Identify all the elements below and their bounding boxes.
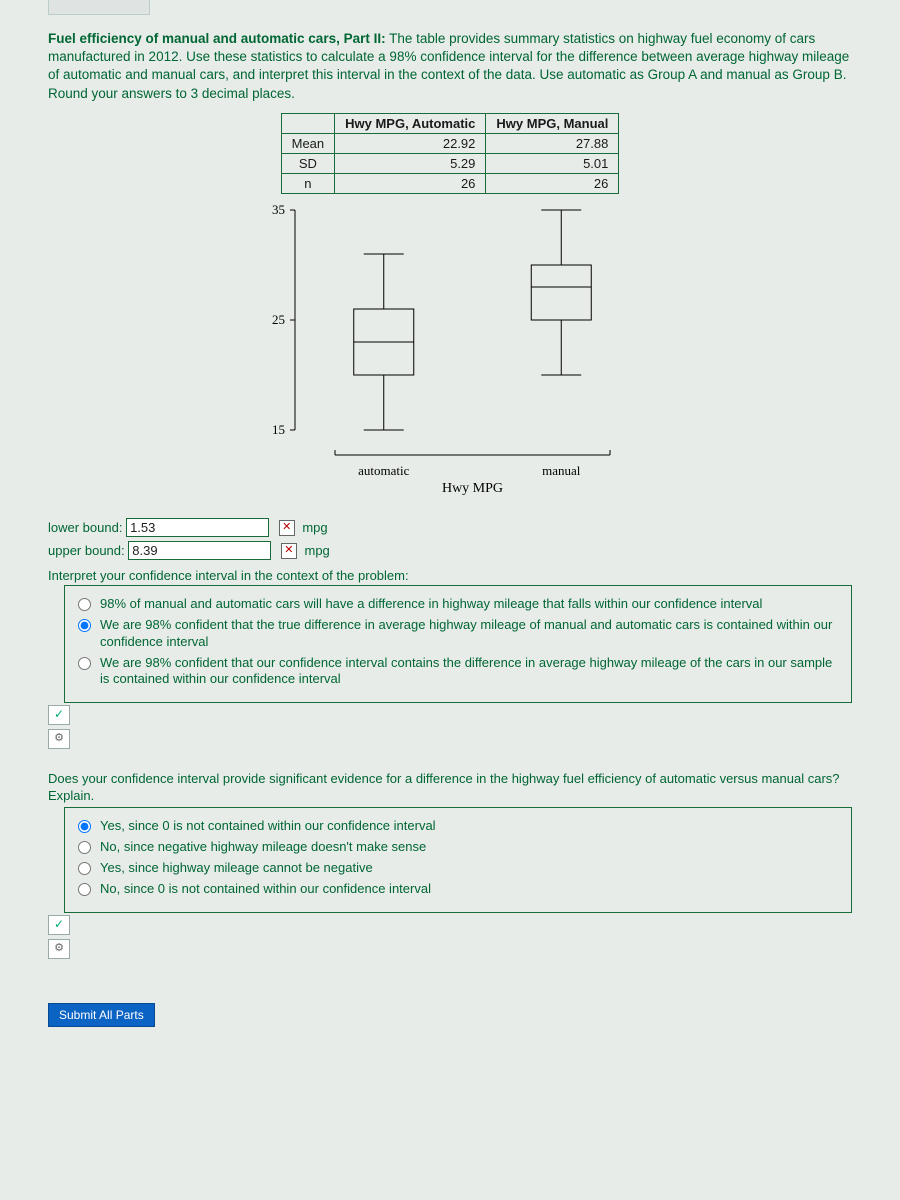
radio-input[interactable] [78,820,91,833]
row-label: n [281,173,335,193]
cell: 5.29 [335,153,486,173]
radio-option[interactable]: We are 98% confident that the true diffe… [73,617,843,651]
question-prompt: Fuel efficiency of manual and automatic … [48,30,852,103]
cell: 22.92 [335,133,486,153]
interpret-options: 98% of manual and automatic cars will ha… [64,585,852,703]
svg-text:25: 25 [272,312,285,327]
cell: 5.01 [486,153,619,173]
col-header-automatic: Hwy MPG, Automatic [335,113,486,133]
svg-text:manual: manual [542,463,581,478]
row-label: Mean [281,133,335,153]
lower-bound-label: lower bound: [48,520,122,535]
radio-label: 98% of manual and automatic cars will ha… [100,596,762,613]
radio-label: Yes, since highway mileage cannot be neg… [100,860,373,877]
radio-input[interactable] [78,619,91,632]
boxplot-chart: 15 25 35 automatic manual Hwy MPG [240,200,660,500]
feedback-correct-icon[interactable]: ✓ [48,915,70,935]
radio-label: No, since 0 is not contained within our … [100,881,431,898]
significance-options: Yes, since 0 is not contained within our… [64,807,852,913]
significance-heading: Does your confidence interval provide si… [48,771,852,805]
prompt-title: Fuel efficiency of manual and automatic … [48,31,386,46]
upper-bound-row: upper bound: ✕ mpg [48,541,852,560]
submit-all-parts-button[interactable]: Submit All Parts [48,1003,155,1027]
radio-label: Yes, since 0 is not contained within our… [100,818,436,835]
unit-label: mpg [305,543,330,558]
radio-input[interactable] [78,841,91,854]
radio-option[interactable]: No, since negative highway mileage doesn… [73,839,843,856]
row-label: SD [281,153,335,173]
radio-input[interactable] [78,657,91,670]
svg-text:35: 35 [272,202,285,217]
lower-bound-row: lower bound: ✕ mpg [48,518,852,537]
upper-bound-label: upper bound: [48,543,125,558]
lower-bound-input[interactable] [126,518,269,537]
radio-label: No, since negative highway mileage doesn… [100,839,426,856]
table-row-mean: Mean 22.92 27.88 [281,133,619,153]
table-corner [281,113,335,133]
cell: 27.88 [486,133,619,153]
feedback-settings-icon[interactable]: ⚙ [48,939,70,959]
radio-option[interactable]: We are 98% confident that our confidence… [73,655,843,689]
interpret-heading: Interpret your confidence interval in th… [48,568,852,583]
feedback-correct-icon[interactable]: ✓ [48,705,70,725]
radio-input[interactable] [78,598,91,611]
cell: 26 [486,173,619,193]
radio-option[interactable]: No, since 0 is not contained within our … [73,881,843,898]
radio-option[interactable]: Yes, since 0 is not contained within our… [73,818,843,835]
upper-bound-input[interactable] [128,541,271,560]
table-row-n: n 26 26 [281,173,619,193]
feedback-settings-icon[interactable]: ⚙ [48,729,70,749]
unit-label: mpg [302,520,327,535]
table-row-sd: SD 5.29 5.01 [281,153,619,173]
wrong-icon: ✕ [281,543,297,559]
svg-text:automatic: automatic [358,463,409,478]
summary-stats-table: Hwy MPG, Automatic Hwy MPG, Manual Mean … [281,113,620,194]
radio-option[interactable]: Yes, since highway mileage cannot be neg… [73,860,843,877]
radio-option[interactable]: 98% of manual and automatic cars will ha… [73,596,843,613]
svg-text:Hwy MPG: Hwy MPG [442,481,503,496]
radio-label: We are 98% confident that our confidence… [100,655,843,689]
cell: 26 [335,173,486,193]
radio-input[interactable] [78,862,91,875]
radio-label: We are 98% confident that the true diffe… [100,617,843,651]
col-header-manual: Hwy MPG, Manual [486,113,619,133]
svg-text:15: 15 [272,422,285,437]
wrong-icon: ✕ [279,520,295,536]
radio-input[interactable] [78,883,91,896]
tab-stub [48,0,150,15]
